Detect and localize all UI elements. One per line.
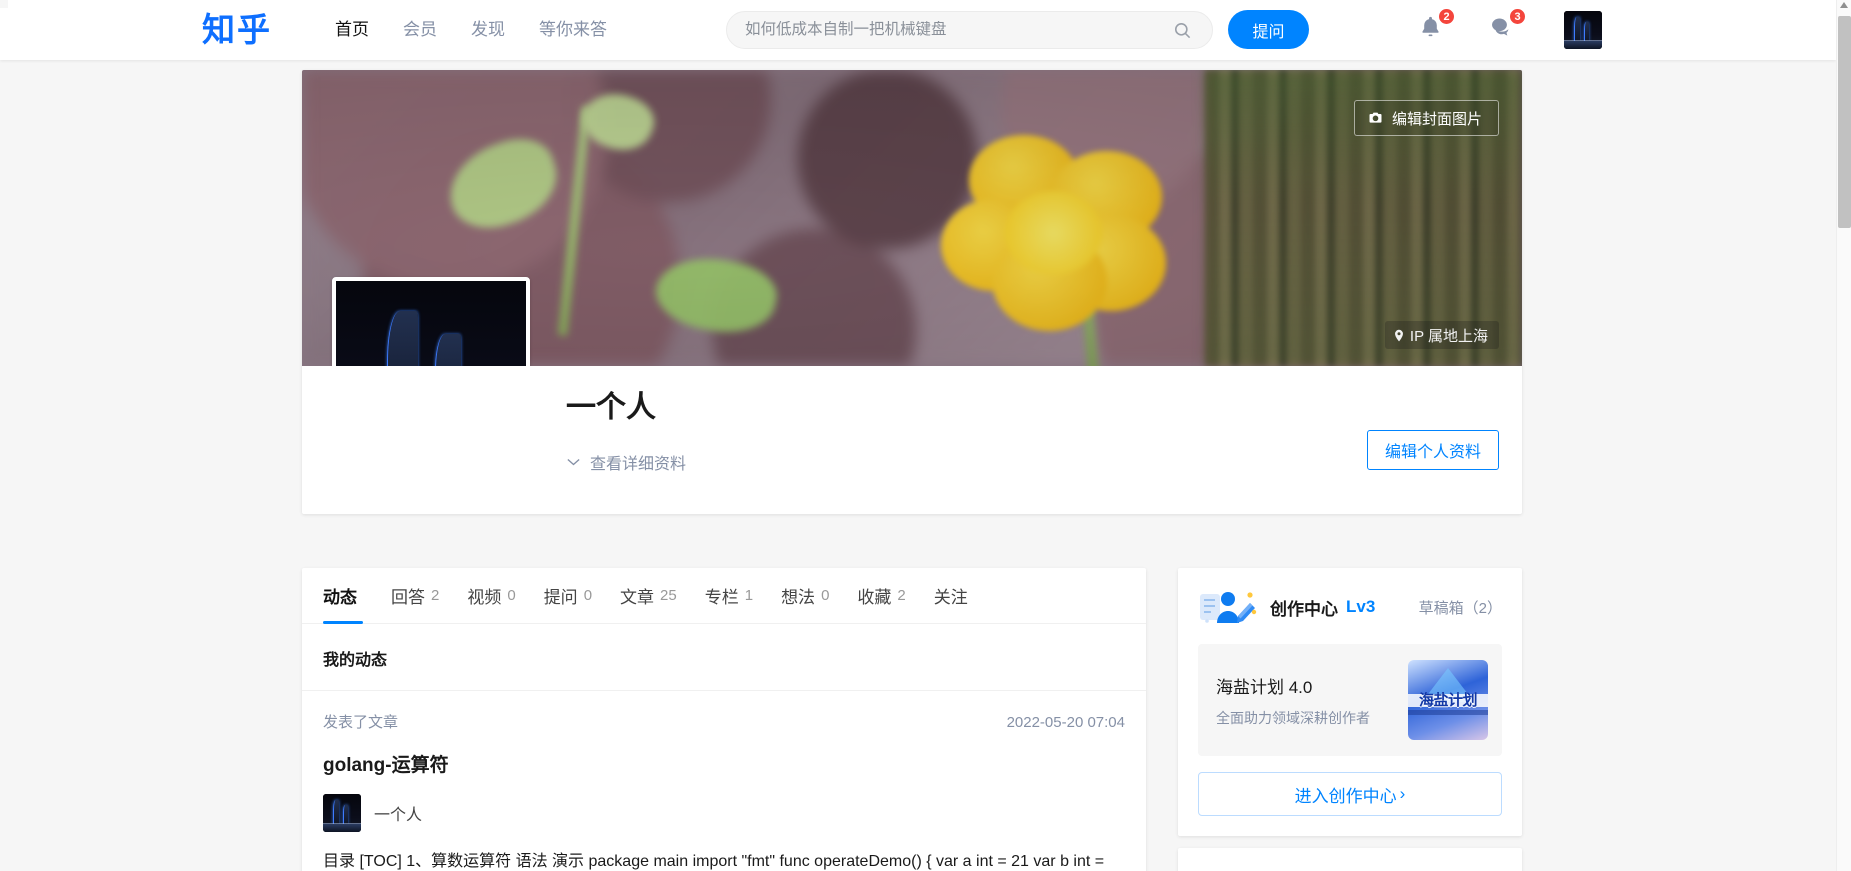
creator-center-title: 创作中心 [1270, 599, 1338, 619]
tab-answers-label: 回答 [391, 588, 425, 607]
view-details-link[interactable]: 查看详细资料 [566, 450, 686, 474]
tab-ideas-count: 0 [821, 587, 830, 604]
profile-avatar[interactable] [332, 277, 530, 366]
tab-columns-count: 1 [744, 587, 754, 604]
camera-icon [1369, 112, 1382, 123]
tab-collections-count: 2 [897, 587, 906, 604]
enter-creator-center-button[interactable]: 进入创作中心 › [1198, 772, 1502, 816]
tab-following-label: 关注 [933, 588, 968, 607]
promo-thumbnail-text: 海盐计划 [1418, 691, 1478, 709]
messages-badge: 3 [1509, 8, 1526, 25]
tab-ideas[interactable]: 想法 0 [767, 568, 843, 624]
chevron-down-icon [567, 458, 580, 466]
promo-title: 海盐计划 4.0 [1216, 677, 1313, 697]
tab-articles[interactable]: 文章 25 [606, 568, 691, 624]
ip-location-text: IP 属地上海 [1409, 327, 1488, 345]
cover-photo: 编辑封面图片 IP 属地上海 [302, 70, 1522, 366]
tab-answers[interactable]: 回答 2 [377, 568, 453, 624]
tab-questions-label: 提问 [543, 588, 578, 607]
tab-collections-label: 收藏 [857, 588, 892, 607]
notifications-button[interactable]: 2 [1417, 8, 1455, 44]
scrollbar-thumb[interactable] [1838, 16, 1851, 228]
feed-item: 发表了文章 2022-05-20 07:04 golang-运算符 一个人 目录… [302, 691, 1146, 871]
notifications-badge: 2 [1438, 8, 1455, 25]
tab-columns[interactable]: 专栏 1 [691, 568, 767, 624]
profile-card: 编辑封面图片 IP 属地上海 一个人 查看详细资料 编辑个人资料 [302, 70, 1522, 514]
tab-answers-count: 2 [431, 587, 440, 604]
tab-collections[interactable]: 收藏 2 [843, 568, 919, 624]
profile-info: 一个人 查看详细资料 编辑个人资料 [302, 366, 1522, 514]
nav-item-home[interactable]: 首页 [318, 0, 386, 60]
scroll-up-arrow-icon[interactable] [1840, 2, 1848, 8]
nav-item-answer[interactable]: 等你来答 [522, 0, 624, 60]
search-box[interactable] [726, 11, 1213, 49]
tab-videos[interactable]: 视频 0 [453, 568, 529, 624]
tab-articles-count: 25 [660, 587, 677, 604]
profile-name: 一个人 [566, 391, 656, 424]
tab-ideas-label: 想法 [781, 588, 816, 607]
feed-author-avatar [323, 794, 361, 832]
search-icon[interactable] [1173, 21, 1192, 40]
ask-question-button[interactable]: 提问 [1228, 10, 1309, 49]
nav-item-vip[interactable]: 会员 [386, 0, 454, 60]
achievements-title: 个人成就 [1198, 866, 1502, 871]
top-header: 知乎 首页 会员 发现 等你来答 提问 [0, 0, 1836, 60]
feed-timestamp: 2022-05-20 07:04 [1006, 714, 1125, 731]
promo-banner[interactable]: 海盐计划 4.0 全面助力领域深耕创作者 海盐计划 [1198, 644, 1502, 756]
drafts-link[interactable]: 草稿箱（2） [1419, 597, 1502, 618]
search-input[interactable] [745, 21, 1155, 39]
tab-videos-label: 视频 [467, 588, 502, 607]
feed-author-name: 一个人 [374, 807, 423, 824]
profile-tabs: 动态 回答 2 视频 0 提问 0 文章 25 专栏 1 想法 0 收藏 2 关… [302, 568, 1146, 624]
main-nav: 首页 会员 发现 等你来答 [318, 0, 624, 60]
chevron-right-icon: › [1399, 784, 1406, 803]
promo-text: 海盐计划 4.0 全面助力领域深耕创作者 [1216, 673, 1370, 728]
feed-column: 动态 回答 2 视频 0 提问 0 文章 25 专栏 1 想法 0 收藏 2 关… [302, 568, 1146, 871]
feed-section-title: 我的动态 [302, 624, 1146, 691]
feed-action-label: 发表了文章 [323, 714, 399, 731]
window-corner [0, 0, 8, 8]
zhihu-logo[interactable]: 知乎 [202, 8, 272, 52]
tab-activity[interactable]: 动态 [323, 568, 377, 624]
feed-article-title[interactable]: golang-运算符 [323, 750, 1125, 777]
edit-cover-button[interactable]: 编辑封面图片 [1353, 100, 1499, 136]
creator-center-card: 创作中心 Lv3 草稿箱（2） 海盐计划 4.0 全面助力领域深耕创作者 海盐计… [1178, 568, 1522, 836]
edit-cover-label: 编辑封面图片 [1391, 110, 1482, 128]
tab-articles-label: 文章 [620, 588, 655, 607]
creator-level-badge: Lv3 [1346, 597, 1376, 616]
zhihu-profile-page: 知乎 首页 会员 发现 等你来答 提问 [0, 0, 1851, 871]
page-scrollbar[interactable] [1836, 0, 1851, 871]
tab-questions-count: 0 [583, 587, 593, 604]
ip-location-badge: IP 属地上海 [1384, 321, 1499, 349]
feed-item-meta: 发表了文章 2022-05-20 07:04 [323, 711, 1125, 732]
promo-subtitle: 全面助力领域深耕创作者 [1216, 709, 1370, 726]
creator-illustration-icon [1198, 586, 1260, 628]
feed-author[interactable]: 一个人 [323, 794, 1125, 832]
header-avatar[interactable] [1564, 11, 1602, 49]
profile-avatar-image [336, 281, 526, 366]
tab-questions[interactable]: 提问 0 [530, 568, 606, 624]
location-pin-icon [1394, 329, 1403, 341]
edit-profile-button[interactable]: 编辑个人资料 [1366, 430, 1499, 470]
tab-videos-count: 0 [507, 587, 516, 604]
view-details-label: 查看详细资料 [590, 456, 687, 473]
feed-excerpt: 目录 [TOC] 1、算数运算符 语法 演示 package main impo… [323, 848, 1125, 871]
messages-button[interactable]: 3 [1488, 8, 1526, 44]
tab-following[interactable]: 关注 [920, 568, 988, 624]
creator-center-header: 创作中心 Lv3 草稿箱（2） [1198, 586, 1502, 628]
nav-item-discover[interactable]: 发现 [454, 0, 522, 60]
enter-creator-center-label: 进入创作中心 [1294, 786, 1397, 806]
tab-activity-label: 动态 [323, 588, 357, 607]
tab-columns-label: 专栏 [704, 588, 739, 607]
feed-excerpt-text: 目录 [TOC] 1、算数运算符 语法 演示 package main impo… [323, 853, 1105, 870]
promo-thumbnail: 海盐计划 [1408, 660, 1488, 740]
achievements-card: 个人成就 [1178, 848, 1522, 871]
avatar-image [1564, 11, 1602, 49]
right-sidebar: 创作中心 Lv3 草稿箱（2） 海盐计划 4.0 全面助力领域深耕创作者 海盐计… [1178, 568, 1522, 871]
